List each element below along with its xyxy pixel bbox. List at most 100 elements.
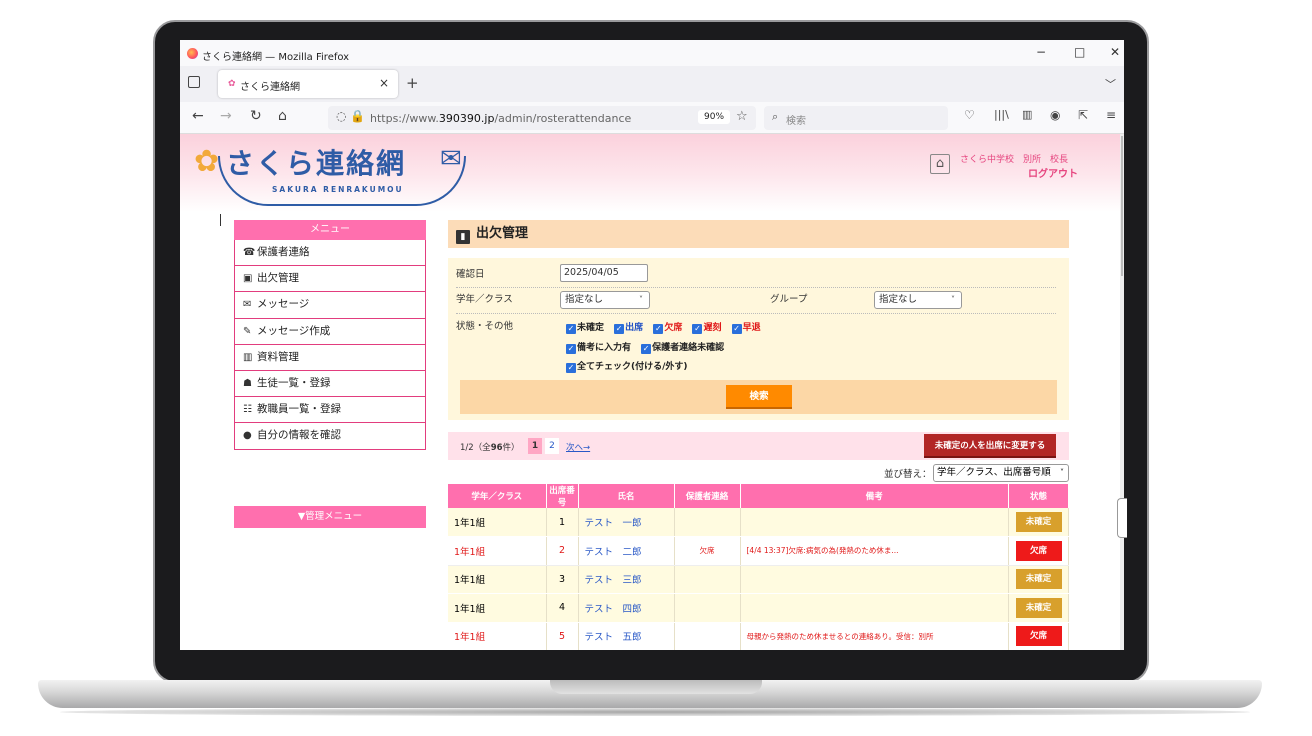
parent-contact-cell (674, 593, 741, 623)
side-tab-widget[interactable] (1117, 498, 1127, 538)
minimize-icon[interactable]: − (1036, 45, 1046, 59)
search-button-area: 検索 (460, 380, 1057, 414)
class-cell: 1年1組 (448, 508, 547, 537)
tab-close-icon[interactable]: × (379, 76, 389, 90)
pagination-bar: 1/2（全96件） 1 2 次へ→ 未確定の人を出席に変更する (448, 432, 1069, 460)
checkbox-icon: ✓ (566, 363, 576, 373)
status-badge[interactable]: 未確定 (1015, 512, 1062, 532)
student-name-link[interactable]: テスト 一郎 (578, 508, 675, 537)
sakura-flower-icon: ✿ (194, 144, 220, 179)
navigation-bar: ← → ↻ ⌂ ◌ 🔒 https://www.390390.jp/admin/… (180, 102, 1124, 134)
menu-icon[interactable]: ≡ (1106, 108, 1116, 122)
table-row: 1年1組 3 テスト 三郎 未確定 (448, 565, 1069, 594)
checkbox-present[interactable]: ✓ 出席 (614, 323, 644, 334)
reload-icon[interactable]: ↻ (250, 108, 262, 124)
column-header[interactable]: 氏名 (578, 484, 675, 508)
status-badge[interactable]: 未確定 (1015, 597, 1062, 618)
back-icon[interactable]: ← (192, 108, 204, 124)
column-header[interactable]: 学年／クラス (448, 484, 547, 508)
home-button-icon[interactable]: ⌂ (930, 154, 950, 174)
checkbox-label: 遅刻 (703, 323, 722, 333)
library-icon[interactable]: |||\ (994, 108, 1009, 121)
close-window-icon[interactable]: ✕ (1110, 45, 1120, 59)
envelope-icon: ✉ (243, 299, 252, 311)
page-2-link[interactable]: 2 (545, 438, 559, 454)
sidebar-item-students[interactable]: ☗ 生徒一覧・登録 (234, 370, 426, 398)
student-name-link[interactable]: テスト 三郎 (578, 565, 675, 594)
chevron-down-icon: ˅ (639, 295, 643, 304)
forward-icon[interactable]: → (220, 108, 232, 124)
sidebar-item-parent-contact[interactable]: ☎ 保護者連絡 (234, 240, 426, 267)
chevron-down-icon: ˅ (951, 295, 955, 304)
status-cell: 未確定 (1008, 508, 1069, 537)
staff-icon: ☷ (243, 404, 252, 416)
checkbox-icon: ✓ (566, 324, 576, 334)
page-1-button[interactable]: 1 (528, 438, 542, 454)
student-name-link[interactable]: テスト 二郎 (578, 536, 675, 566)
checkbox-check-all[interactable]: ✓ 全てチェック(付ける/外す) (566, 362, 688, 373)
status-badge[interactable]: 欠席 (1015, 626, 1062, 647)
sidebar-item-staff[interactable]: ☷ 教職員一覧・登録 (234, 397, 426, 424)
tab-sakura[interactable]: ✿ さくら連絡網 × (218, 70, 398, 98)
checkbox-label: 未確定 (577, 323, 605, 333)
class-select[interactable]: 指定なし ˅ (560, 291, 650, 309)
logout-link[interactable]: ログアウト (1028, 165, 1078, 180)
checkbox-has-note[interactable]: ✓ 備考に入力有 (566, 343, 631, 354)
column-header[interactable]: 状態 (1008, 484, 1069, 508)
search-input[interactable]: ⌕ 検索 (764, 106, 948, 130)
sidebar-item-my-info[interactable]: ● 自分の情報を確認 (234, 423, 426, 450)
status-cell: 欠席 (1008, 622, 1069, 650)
logo-arc (218, 156, 466, 206)
table-row: 1年1組 4 テスト 四郎 未確定 (448, 593, 1069, 623)
extensions-icon[interactable]: ⇱ (1078, 108, 1088, 122)
column-header[interactable]: 保護者連絡 (674, 484, 741, 508)
next-page-link[interactable]: 次へ→ (566, 441, 590, 453)
account-icon[interactable]: ◉ (1050, 108, 1060, 122)
new-tab-icon[interactable]: + (406, 74, 419, 92)
checkbox-late[interactable]: ✓ 遅刻 (692, 323, 722, 334)
sort-select[interactable]: 学年／クラス、出席番号順 ˅ (933, 464, 1069, 482)
checkbox-absent[interactable]: ✓ 欠席 (653, 323, 682, 334)
site-logo[interactable]: ✿ さくら連絡網 SAKURA RENRAKUMOU ✉ (192, 138, 482, 206)
search-button[interactable]: 検索 (726, 385, 792, 409)
admin-menu-toggle[interactable]: ▼管理メニュー (234, 506, 426, 528)
sidebar-item-attendance[interactable]: ▣ 出欠管理 (234, 266, 426, 293)
person-phone-icon: ☎ (243, 247, 256, 258)
group-select[interactable]: 指定なし ˅ (874, 291, 962, 309)
scroll-thumb[interactable] (1121, 136, 1123, 276)
home-icon[interactable]: ⌂ (278, 108, 287, 124)
status-badge[interactable]: 未確定 (1015, 569, 1062, 590)
checkbox-label: 出席 (625, 323, 644, 333)
student-name-link[interactable]: テスト 四郎 (578, 593, 675, 623)
status-checkboxes: ✓ 未確定 ✓ 出席 ✓ 欠席 ✓ 遅刻 ✓ 早退 (566, 320, 768, 334)
checkbox-undecided[interactable]: ✓ 未確定 (566, 323, 605, 334)
checkbox-early-leave[interactable]: ✓ 早退 (731, 323, 761, 334)
chevron-down-icon[interactable]: ﹀ (1105, 76, 1116, 92)
sidebar-item-documents[interactable]: ▥ 資料管理 (234, 344, 426, 371)
column-header[interactable]: 備考 (740, 484, 1009, 508)
sidebar-item-label: 生徒一覧・登録 (257, 376, 331, 389)
number-cell: 5 (546, 622, 579, 650)
parent-contact-cell: 欠席 (674, 536, 741, 566)
sidebar-icon[interactable]: ▥ (1022, 108, 1032, 121)
student-name-link[interactable]: テスト 五郎 (578, 622, 675, 650)
url-bar[interactable]: ◌ 🔒 https://www.390390.jp/admin/rosterat… (328, 106, 756, 130)
status-badge[interactable]: 欠席 (1015, 540, 1062, 561)
list-tabs-icon[interactable] (188, 76, 200, 88)
group-label: グループ (770, 294, 808, 305)
check-all-row: ✓ 全てチェック(付ける/外す) (566, 359, 695, 373)
maximize-icon[interactable]: □ (1074, 45, 1085, 59)
bookmark-star-icon[interactable]: ☆ (736, 109, 748, 124)
date-field[interactable]: 2025/04/05 (560, 264, 648, 282)
zoom-level[interactable]: 90% (698, 110, 731, 124)
sidebar-menu: メニュー ☎ 保護者連絡 ▣ 出欠管理 ✉ メッセージ ✎ メッセージ作成 ▥ 資料管理 … (234, 220, 426, 450)
checkbox-icon: ✓ (566, 344, 576, 354)
sidebar-item-messages[interactable]: ✉ メッセージ (234, 292, 426, 319)
logo-subtitle: SAKURA RENRAKUMOU (272, 185, 404, 194)
sidebar-item-compose[interactable]: ✎ メッセージ作成 (234, 318, 426, 345)
mark-present-button[interactable]: 未確定の人を出席に変更する (924, 434, 1056, 458)
pocket-icon[interactable]: ♡ (964, 108, 975, 122)
sidebar-item-label: 資料管理 (257, 350, 299, 363)
checkbox-parent-unconfirmed[interactable]: ✓ 保護者連絡未確認 (641, 343, 724, 354)
column-header[interactable]: 出席番号 (546, 484, 579, 508)
